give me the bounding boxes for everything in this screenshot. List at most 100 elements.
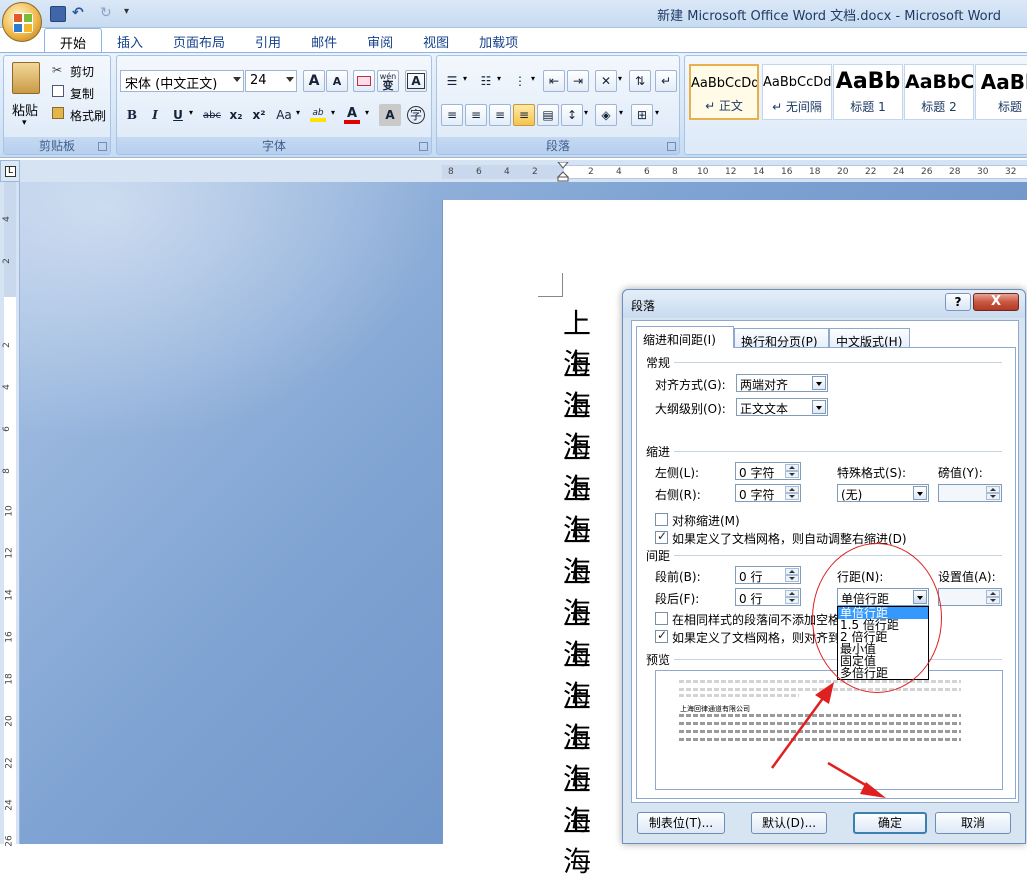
- highlight-dropdown-icon[interactable]: ▾: [331, 108, 335, 117]
- style-normal[interactable]: AaBbCcDd ↵ 正文: [689, 64, 759, 120]
- numbering-icon[interactable]: ☷: [475, 70, 497, 92]
- italic-button[interactable]: I: [144, 104, 166, 126]
- style-heading-2[interactable]: AaBbC 标题 2: [904, 64, 974, 120]
- office-button[interactable]: [2, 2, 42, 42]
- align-left-icon[interactable]: ≡: [441, 104, 463, 126]
- ok-button[interactable]: 确定: [853, 812, 927, 834]
- copy-button[interactable]: 复制: [70, 85, 94, 102]
- tab-addins[interactable]: 加载项: [464, 28, 533, 52]
- grow-font-button[interactable]: A: [303, 70, 325, 92]
- no-space-same-style-checkbox[interactable]: [655, 612, 668, 625]
- shrink-font-button[interactable]: A: [326, 70, 348, 92]
- mirror-indent-checkbox[interactable]: [655, 513, 668, 526]
- align-right-icon[interactable]: ≡: [489, 104, 511, 126]
- borders-icon[interactable]: ⊞: [631, 104, 653, 126]
- chevron-down-icon[interactable]: [812, 376, 826, 390]
- multilevel-list-icon[interactable]: ⋮: [509, 70, 531, 92]
- style-title[interactable]: AaBb 标题: [975, 64, 1027, 120]
- bullets-icon[interactable]: ☰: [441, 70, 463, 92]
- style-no-spacing[interactable]: AaBbCcDd ↵ 无间隔: [762, 64, 832, 120]
- paste-button[interactable]: 粘贴: [12, 100, 38, 119]
- special-select[interactable]: (无): [837, 484, 929, 502]
- multilevel-dropdown-icon[interactable]: ▾: [531, 74, 535, 83]
- cancel-button[interactable]: 取消: [935, 812, 1011, 834]
- spin-down-icon[interactable]: [785, 597, 799, 604]
- font-name-combo[interactable]: 宋体 (中文正文): [120, 70, 244, 92]
- underline-dropdown-icon[interactable]: ▾: [189, 108, 193, 117]
- chinese-layout-icon[interactable]: ✕: [595, 70, 617, 92]
- decrease-indent-icon[interactable]: ⇤: [543, 70, 565, 92]
- left-indent-spinner[interactable]: 0 字符: [735, 462, 801, 480]
- subscript-button[interactable]: x₂: [225, 104, 247, 126]
- outline-level-select[interactable]: 正文文本: [736, 398, 828, 416]
- char-shading-button[interactable]: A: [379, 104, 401, 126]
- paste-icon[interactable]: [12, 62, 40, 94]
- show-marks-icon[interactable]: ↵: [655, 70, 677, 92]
- auto-right-indent-checkbox[interactable]: [655, 529, 668, 544]
- tab-page-layout[interactable]: 页面布局: [158, 28, 240, 52]
- shading-icon[interactable]: ◈: [595, 104, 617, 126]
- chevron-down-icon[interactable]: [812, 400, 826, 414]
- distributed-icon[interactable]: ▤: [537, 104, 559, 126]
- tab-references[interactable]: 引用: [240, 28, 296, 52]
- format-painter-button[interactable]: 格式刷: [70, 107, 106, 124]
- chevron-down-icon[interactable]: [913, 486, 927, 500]
- indent-marker-icon[interactable]: [557, 162, 569, 182]
- clear-format-button[interactable]: [353, 70, 375, 92]
- tab-indents-spacing[interactable]: 缩进和间距(I): [636, 326, 734, 348]
- spin-down-icon[interactable]: [785, 575, 799, 582]
- highlight-button[interactable]: ab: [307, 104, 329, 126]
- tabs-button[interactable]: 制表位(T)...: [637, 812, 725, 834]
- justify-icon[interactable]: ≡: [513, 104, 535, 126]
- font-launcher-icon[interactable]: [419, 142, 428, 151]
- alignment-select[interactable]: 两端对齐: [736, 374, 828, 392]
- spin-down-icon[interactable]: [785, 471, 799, 478]
- spin-up-icon[interactable]: [785, 464, 799, 471]
- tab-asian-typography[interactable]: 中文版式(H): [829, 328, 910, 349]
- phonetic-guide-button[interactable]: wén 变: [377, 70, 399, 92]
- enclose-chars-button[interactable]: 字: [405, 104, 427, 126]
- increase-indent-icon[interactable]: ⇥: [567, 70, 589, 92]
- cut-button[interactable]: 剪切: [70, 63, 94, 80]
- at-spinner[interactable]: [938, 588, 1002, 606]
- spin-down-icon[interactable]: [785, 493, 799, 500]
- snap-to-grid-checkbox[interactable]: [655, 628, 668, 643]
- bullets-dropdown-icon[interactable]: ▾: [463, 74, 467, 83]
- tab-insert[interactable]: 插入: [102, 28, 158, 52]
- spin-up-icon[interactable]: [785, 568, 799, 575]
- char-border-button[interactable]: A: [405, 70, 427, 92]
- space-before-spinner[interactable]: 0 行: [735, 566, 801, 584]
- spin-down-icon[interactable]: [986, 597, 1000, 604]
- change-case-button[interactable]: Aa: [273, 104, 295, 126]
- shading-dropdown-icon[interactable]: ▾: [619, 108, 623, 117]
- clipboard-launcher-icon[interactable]: [98, 142, 107, 151]
- tab-home[interactable]: 开始: [44, 28, 103, 52]
- spin-up-icon[interactable]: [785, 486, 799, 493]
- sort-icon[interactable]: ⇅: [629, 70, 651, 92]
- numbering-dropdown-icon[interactable]: ▾: [497, 74, 501, 83]
- strikethrough-button[interactable]: abc: [201, 104, 223, 126]
- font-color-button[interactable]: A: [341, 104, 363, 126]
- spin-up-icon[interactable]: [986, 486, 1000, 493]
- set-default-button[interactable]: 默认(D)...: [751, 812, 827, 834]
- right-indent-spinner[interactable]: 0 字符: [735, 484, 801, 502]
- space-after-spinner[interactable]: 0 行: [735, 588, 801, 606]
- chevron-down-icon[interactable]: [233, 77, 241, 82]
- close-button[interactable]: X: [973, 293, 1019, 311]
- change-case-dropdown-icon[interactable]: ▾: [296, 108, 300, 117]
- style-heading-1[interactable]: AaBb 标题 1: [833, 64, 903, 120]
- tab-view[interactable]: 视图: [408, 28, 464, 52]
- font-color-dropdown-icon[interactable]: ▾: [365, 108, 369, 117]
- borders-dropdown-icon[interactable]: ▾: [655, 108, 659, 117]
- spin-up-icon[interactable]: [785, 590, 799, 597]
- chinese-layout-dropdown-icon[interactable]: ▾: [618, 74, 622, 83]
- spin-up-icon[interactable]: [986, 590, 1000, 597]
- line-spacing-icon[interactable]: ↕: [561, 104, 583, 126]
- spin-down-icon[interactable]: [986, 493, 1000, 500]
- line-spacing-dropdown-icon[interactable]: ▾: [584, 108, 588, 117]
- document-line[interactable]: 上海: [563, 800, 591, 880]
- tab-line-page-breaks[interactable]: 换行和分页(P): [734, 328, 829, 349]
- help-button[interactable]: ?: [945, 293, 971, 311]
- paste-dropdown-icon[interactable]: ▾: [22, 118, 27, 128]
- tab-mailings[interactable]: 邮件: [296, 28, 352, 52]
